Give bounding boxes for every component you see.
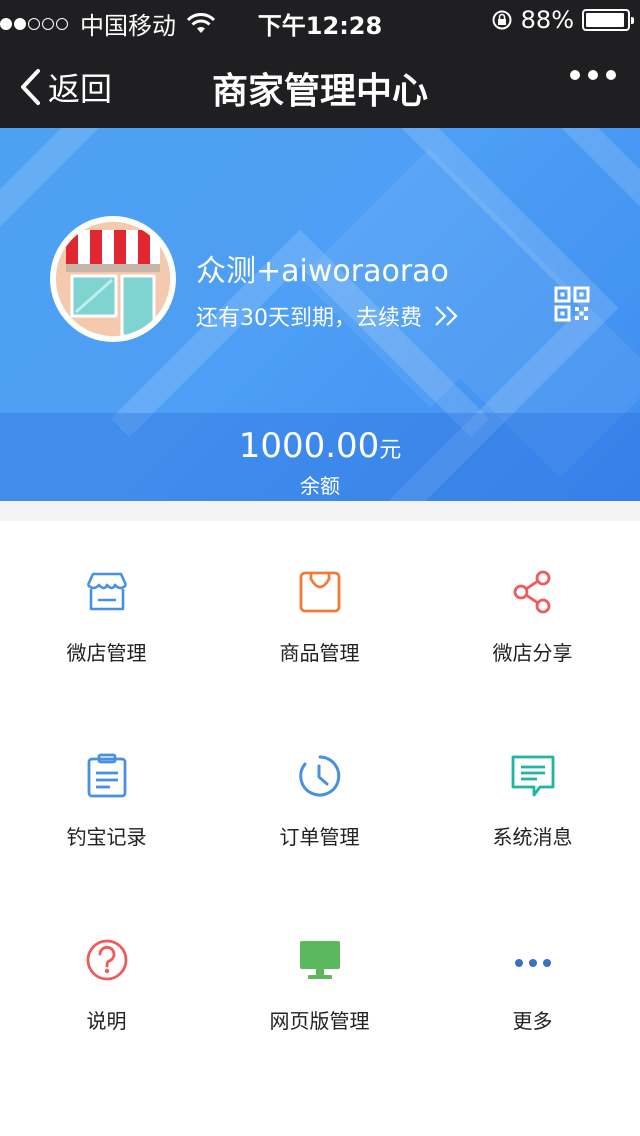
menu-item-share[interactable]: 微店分享 [426, 521, 639, 705]
menu-label: 系统消息 [492, 825, 573, 849]
menu-label: 网页版管理 [269, 1009, 370, 1033]
qr-code-icon[interactable] [554, 286, 590, 322]
menu-item-products[interactable]: 商品管理 [213, 521, 426, 705]
battery-percent: 88% [520, 6, 574, 34]
menu-item-orders[interactable]: 订单管理 [213, 705, 426, 889]
menu-label: 更多 [512, 1009, 553, 1033]
message-icon [511, 755, 555, 797]
clock-icon [299, 755, 341, 797]
balance-amount[interactable]: 1000.00元 [0, 426, 640, 466]
storefront-icon [86, 572, 128, 611]
menu-item-more[interactable]: 更多 [426, 889, 639, 1073]
menu-label: 钓宝记录 [66, 825, 147, 849]
share-icon [513, 570, 551, 614]
menu-item-records[interactable]: 钓宝记录 [0, 705, 213, 889]
menu-label: 商品管理 [279, 641, 360, 665]
double-chevron-right-icon [435, 306, 458, 326]
balance-label: 余额 [300, 474, 340, 498]
section-divider [0, 501, 640, 521]
menu-item-help[interactable]: 说明 [0, 889, 213, 1073]
shop-avatar[interactable] [50, 216, 176, 342]
help-icon [86, 939, 128, 981]
shopping-bag-icon [299, 571, 341, 613]
chevron-left-icon [21, 69, 40, 105]
top-bar: 中国移动 下午12:28 88% 返回 商家管理中心 [0, 0, 640, 128]
renew-link[interactable]: 还有30天到期，去续费 [196, 300, 460, 332]
menu-label: 说明 [86, 1009, 127, 1033]
menu-item-messages[interactable]: 系统消息 [426, 705, 639, 889]
status-bar: 中国移动 下午12:28 88% [0, 0, 640, 40]
more-options-button[interactable] [570, 70, 616, 80]
status-right: 88% [491, 6, 634, 34]
battery-icon [582, 9, 634, 31]
expire-text: 还有30天到期，去续费 [196, 306, 422, 331]
balance-value: 1000.00 [238, 426, 380, 466]
back-label: 返回 [48, 70, 113, 108]
menu-label: 微店分享 [492, 641, 573, 665]
balance-unit: 元 [379, 438, 402, 463]
menu-label: 订单管理 [279, 825, 360, 849]
rotation-lock-icon [492, 10, 512, 30]
monitor-icon [300, 941, 340, 979]
profile-header: 众测+aiworaorao 还有30天到期，去续费 1000.00元 余额 [0, 128, 640, 501]
shop-storefront-image [56, 222, 170, 336]
menu-item-weidian[interactable]: 微店管理 [0, 521, 213, 705]
menu-label: 微店管理 [66, 641, 147, 665]
back-button[interactable]: 返回 [18, 64, 112, 110]
navigation-bar: 返回 商家管理中心 [0, 40, 640, 128]
shop-name: 众测+aiworaorao [196, 254, 449, 289]
more-icon [515, 959, 551, 967]
clipboard-icon [87, 753, 127, 798]
menu-item-web-admin[interactable]: 网页版管理 [213, 889, 426, 1073]
